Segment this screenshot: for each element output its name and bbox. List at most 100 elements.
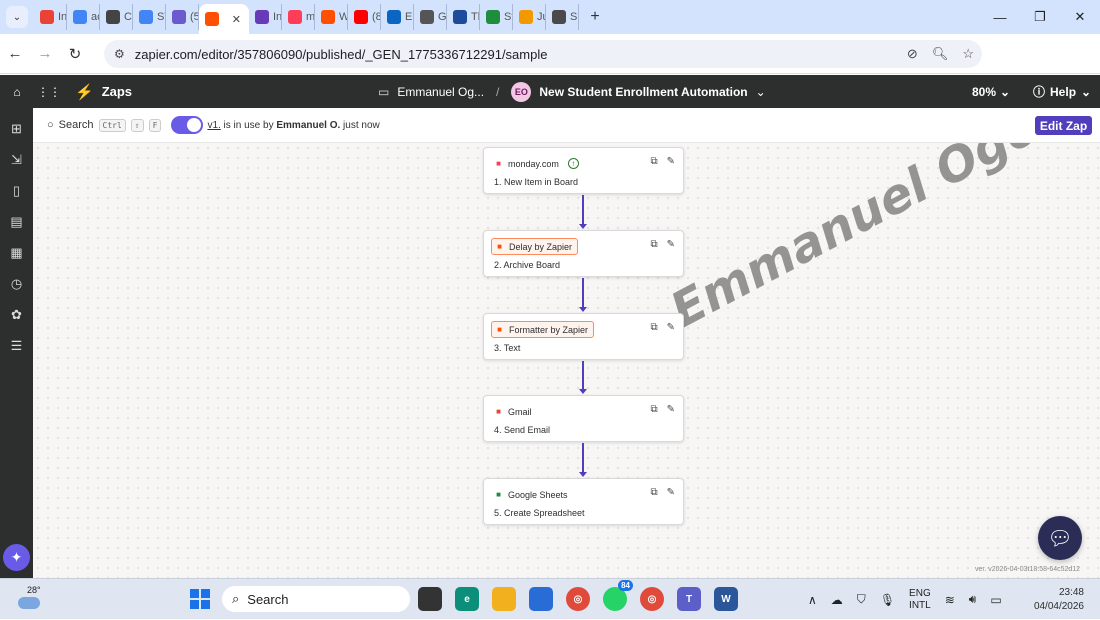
edit-zap-button[interactable]: Edit Zap — [1035, 116, 1092, 135]
zaps-title[interactable]: Zaps — [102, 84, 132, 99]
edit-pencil-icon[interactable]: ✎ — [667, 156, 675, 167]
browser-tab[interactable]: Inb — [34, 4, 67, 30]
word-icon[interactable]: W — [714, 587, 738, 611]
import-icon[interactable]: ⇲ — [8, 151, 25, 168]
app-grid-icon[interactable]: ⋮⋮ — [37, 84, 61, 100]
edit-pencil-icon[interactable]: ✎ — [667, 487, 675, 498]
edge-icon[interactable]: e — [455, 587, 479, 611]
whatsapp-icon[interactable]: 84 — [603, 580, 633, 611]
browser-tab[interactable]: acc — [67, 4, 100, 30]
weather-widget[interactable]: 28° — [16, 585, 44, 613]
browser-tab[interactable]: STU — [133, 4, 166, 30]
reload-icon[interactable]: ↻ — [60, 45, 90, 63]
task-view-icon[interactable] — [418, 587, 442, 611]
browser-tab[interactable]: mo — [282, 4, 315, 30]
minimize-icon[interactable]: — — [980, 10, 1020, 25]
zap-step-card[interactable]: ■ Formatter by Zapier 3. Text ⧉ ✎ — [483, 313, 684, 360]
restore-icon[interactable]: ❐ — [1020, 9, 1060, 25]
chrome-icon[interactable]: ◎ — [566, 587, 590, 611]
site-info-icon[interactable]: ⚙ — [114, 47, 125, 61]
browser-tab[interactable]: (88 — [348, 4, 381, 30]
contact-icon — [106, 10, 120, 24]
new-tab-button[interactable]: + — [585, 8, 605, 26]
zap-step-card[interactable]: ■ Gmail 4. Send Email ⧉ ✎ — [483, 395, 684, 442]
chat-support-button[interactable]: 💬︎ — [1038, 516, 1082, 560]
browser-tab[interactable]: The — [447, 4, 480, 30]
zap-step-card[interactable]: ■ Google Sheets 5. Create Spreadsheet ⧉ ✎ — [483, 478, 684, 525]
browser-tab[interactable]: We — [315, 4, 348, 30]
step-app-label[interactable]: ■ Delay by Zapier — [491, 238, 579, 255]
clock[interactable]: 23:48 04/04/2026 — [1030, 586, 1084, 614]
tray-chevron-icon[interactable]: ∧ — [808, 593, 817, 607]
zoom-chevron-icon: ⌄ — [1000, 84, 1011, 99]
versions-icon[interactable]: ☰ — [8, 337, 25, 354]
back-icon[interactable]: ← — [0, 45, 30, 62]
file-explorer-icon[interactable] — [492, 587, 516, 611]
browser-tab[interactable]: (5) — [166, 4, 199, 30]
close-window-icon[interactable]: ✕ — [1060, 9, 1100, 25]
step-connector — [582, 195, 584, 225]
wifi-icon[interactable]: ≋ — [945, 593, 955, 607]
browser-tab[interactable]: Stu — [480, 4, 513, 30]
zap-step-card[interactable]: ■ Delay by Zapier 2. Archive Board ⧉ ✎ — [483, 230, 684, 277]
windows-start-icon[interactable] — [190, 589, 210, 609]
edit-pencil-icon[interactable]: ✎ — [667, 322, 675, 333]
close-tab-icon[interactable]: ✕ — [232, 13, 241, 26]
language-indicator[interactable]: ENG INTL — [909, 588, 931, 612]
zap-on-toggle[interactable] — [171, 116, 204, 134]
step-app-label[interactable]: ■ monday.com ↑ — [491, 155, 584, 172]
step-actions: ⧉ ✎ — [650, 404, 675, 415]
duplicate-icon[interactable]: ⧉ — [650, 156, 657, 167]
apps-icon[interactable]: ⊞ — [8, 120, 25, 137]
chrome-profile-icon[interactable]: ◎ — [640, 587, 664, 611]
duplicate-icon[interactable]: ⧉ — [650, 487, 657, 498]
home-icon[interactable]: ⌂ — [9, 84, 25, 100]
url-omnibox[interactable]: ⚙ zapier.com/editor/357806090/published/… — [104, 40, 982, 68]
security-icon[interactable]: ⛉ — [857, 592, 866, 607]
search-label: Search — [58, 119, 94, 131]
version-link[interactable]: v1. — [207, 120, 220, 131]
duplicate-icon[interactable]: ⧉ — [650, 239, 657, 250]
calendar-icon[interactable]: ▦ — [8, 244, 25, 261]
zap-step-card[interactable]: ■ monday.com ↑ 1. New Item in Board ⧉ ✎ — [483, 147, 684, 194]
taskbar-search[interactable]: ⌕ Search — [222, 586, 410, 612]
step-app-label[interactable]: ■ Gmail — [491, 403, 537, 420]
volume-icon[interactable]: 🔊︎ — [969, 592, 977, 607]
help-menu[interactable]: ⓘ Help ⌄ — [1033, 75, 1091, 108]
history-icon[interactable]: ◷ — [8, 275, 25, 292]
microphone-icon[interactable]: 🎙︎ — [880, 593, 895, 607]
document-icon[interactable]: ▯ — [8, 182, 25, 199]
zoom-dropdown[interactable]: 80% ⌄ — [972, 75, 1010, 108]
edit-pencil-icon[interactable]: ✎ — [667, 404, 675, 415]
browser-tab[interactable]: Sur — [546, 4, 579, 30]
browser-tab[interactable]: Insi — [249, 4, 282, 30]
edit-pencil-icon[interactable]: ✎ — [667, 239, 675, 250]
store-icon[interactable] — [529, 587, 553, 611]
zap-canvas[interactable]: Emmanuel Ogodo 💬︎ ver. v2026-04-03t18:58… — [33, 143, 1100, 578]
zap-name[interactable]: New Student Enrollment Automation — [539, 85, 747, 99]
browser-tab[interactable]: Gre — [414, 4, 447, 30]
step-app-label[interactable]: ■ Formatter by Zapier — [491, 321, 595, 338]
zap-name-chevron-icon[interactable]: ⌄ — [756, 85, 766, 99]
connector-arrow-icon — [579, 472, 587, 477]
no-ads-icon[interactable]: ⊘ — [907, 46, 918, 62]
breadcrumb-folder[interactable]: Emmanuel Og... — [397, 85, 484, 99]
bookmark-star-icon[interactable]: ☆ — [962, 46, 974, 62]
duplicate-icon[interactable]: ⧉ — [650, 404, 657, 415]
browser-tab[interactable]: ✕ — [199, 4, 249, 34]
step-app-label[interactable]: ■ Google Sheets — [491, 486, 573, 503]
zoom-icon[interactable]: 🔍︎ — [932, 46, 949, 62]
teams-icon[interactable]: T — [677, 587, 701, 611]
comment-icon[interactable]: ▤ — [8, 213, 25, 230]
browser-tab[interactable]: Em — [381, 4, 414, 30]
browser-tab[interactable]: Cla — [100, 4, 133, 30]
settings-icon[interactable]: ✿ — [8, 306, 25, 323]
copilot-icon[interactable]: ✦ — [3, 544, 30, 571]
onedrive-icon[interactable]: ☁ — [831, 593, 843, 607]
forward-icon[interactable]: → — [30, 45, 60, 62]
browser-tab[interactable]: Jun — [513, 4, 546, 30]
tab-search-chevron-icon[interactable]: ⌄ — [6, 6, 28, 28]
duplicate-icon[interactable]: ⧉ — [650, 322, 657, 333]
search-button[interactable]: ○ Search Ctrl ⇧ F — [47, 118, 162, 132]
battery-icon[interactable]: ▭ — [990, 593, 1001, 607]
